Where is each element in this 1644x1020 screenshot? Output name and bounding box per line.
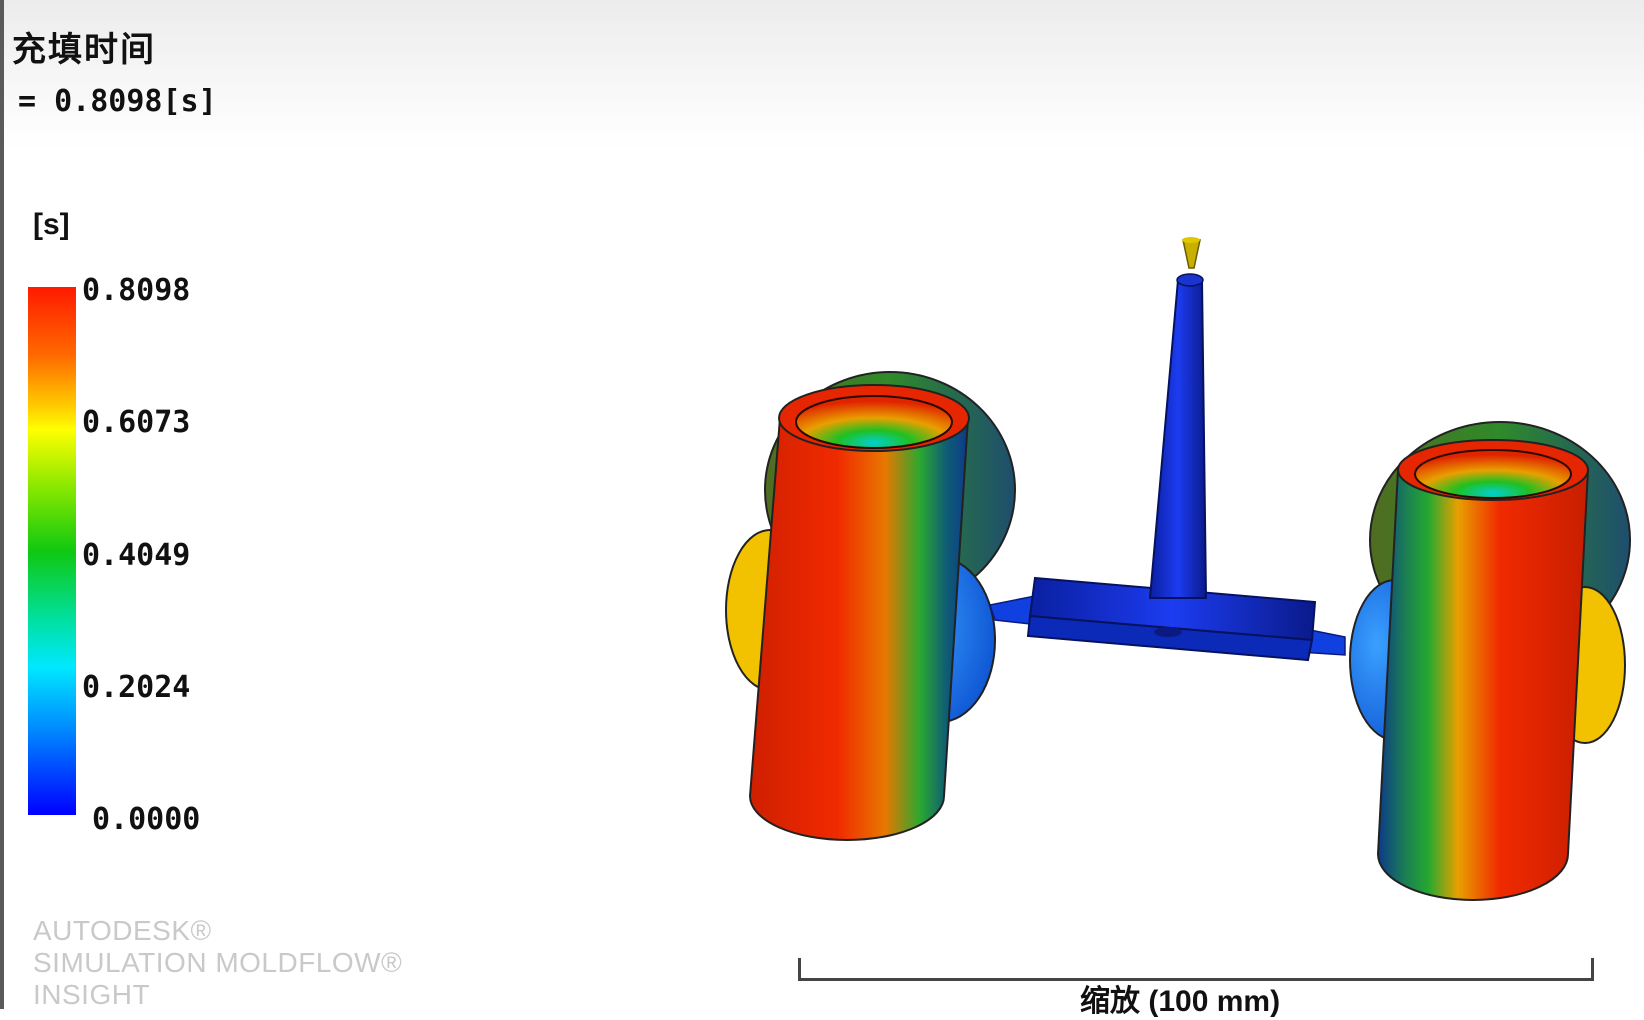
- logo-line-2: SIMULATION MOLDFLOW®: [33, 947, 403, 978]
- autodesk-moldflow-logo: AUTODESK® SIMULATION MOLDFLOW® INSIGHT: [33, 915, 402, 1011]
- logo-line-1: AUTODESK®: [33, 915, 212, 946]
- right-part: [1349, 421, 1631, 901]
- model-viewport[interactable]: [0, 0, 1644, 1009]
- left-part: [725, 371, 1016, 841]
- feed-system: [989, 237, 1346, 662]
- scale-label: 缩放 (100 mm): [1080, 985, 1281, 1018]
- logo-line-3: INSIGHT: [33, 979, 151, 1010]
